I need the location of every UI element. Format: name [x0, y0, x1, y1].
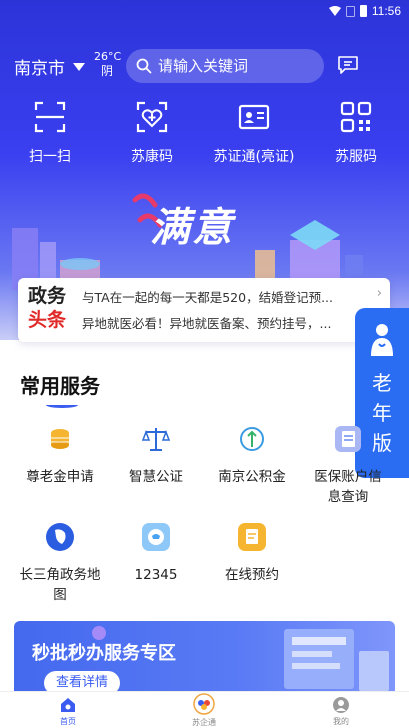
message-icon[interactable] — [337, 54, 359, 76]
news-item[interactable]: 与TA在一起的每一天都是520，结婚登记预... — [82, 287, 372, 306]
hotline-icon — [142, 523, 170, 551]
tab-enterprise[interactable]: 苏企通 — [174, 693, 234, 728]
promo-banner[interactable]: 秒批秒办服务专区 查看详情 — [14, 621, 395, 698]
service-notary[interactable]: 智慧公证 — [108, 424, 204, 487]
appointment-icon — [238, 523, 266, 551]
weather-temp: 26°C — [94, 50, 122, 63]
service-label: 在线预约 — [225, 567, 279, 583]
service-code-icon — [340, 101, 372, 133]
weather: 26°C 阴 — [94, 50, 122, 78]
search-bar[interactable] — [126, 49, 324, 83]
coins-icon — [51, 429, 69, 449]
enterprise-icon — [193, 693, 215, 715]
quick-action-scan[interactable]: 扫一扫 — [0, 100, 100, 166]
status-time: 11:56 — [371, 4, 401, 18]
service-label: 尊老金申请 — [26, 469, 94, 485]
service-label: 12345 — [134, 567, 178, 583]
chevron-right-icon: › — [376, 286, 382, 301]
quick-action-label: 苏证通(亮证) — [213, 149, 295, 165]
service-elder-allowance[interactable]: 尊老金申请 — [12, 424, 108, 487]
quick-action-label: 苏服码 — [335, 149, 377, 165]
quick-action-label: 苏康码 — [131, 149, 173, 165]
service-label: 南京公积金 — [218, 469, 286, 485]
search-icon — [136, 58, 152, 74]
home-icon — [61, 698, 75, 712]
scales-icon — [141, 428, 171, 451]
quick-action-service-code[interactable]: 苏服码 — [306, 100, 406, 166]
weather-desc: 阴 — [100, 64, 113, 78]
banner-title: 满意 — [150, 204, 234, 251]
service-label: 智慧公证 — [129, 469, 183, 485]
promo-title: 秒批秒办服务专区 — [32, 643, 176, 664]
banner[interactable]: 满意 — [0, 180, 409, 290]
tab-label: 苏企通 — [192, 718, 216, 727]
top-bar: 南京市 26°C 阴 — [0, 46, 409, 86]
services-title: 常用服务 — [20, 374, 100, 398]
quick-action-health-code[interactable]: 苏康码 — [102, 100, 202, 166]
quick-action-label: 扫一扫 — [29, 149, 71, 165]
profile-icon — [333, 697, 349, 713]
tab-label: 我的 — [333, 717, 349, 726]
search-input[interactable] — [158, 57, 318, 75]
news-logo-bottom: 头条 — [28, 309, 67, 331]
service-appointment[interactable]: 在线预约 — [204, 522, 300, 585]
title-underline — [46, 402, 78, 408]
city-label: 南京市 — [14, 59, 65, 79]
tab-profile[interactable]: 我的 — [311, 696, 371, 727]
elderly-person-icon — [371, 324, 393, 356]
tab-bar: 首页 苏企通 我的 — [0, 691, 409, 728]
service-label: 长三角政务地图 — [19, 567, 101, 603]
city-selector[interactable]: 南京市 — [14, 54, 85, 79]
battery-icon — [359, 5, 367, 17]
fund-icon — [240, 427, 264, 451]
tab-label: 首页 — [60, 717, 76, 726]
status-bar: 11:56 — [0, 0, 409, 22]
news-logo-top: 政务 — [28, 285, 67, 307]
service-medical-insurance[interactable]: 医保账户信息查询 — [300, 424, 396, 507]
news-item[interactable]: 异地就医必看！异地就医备案、预约挂号，... — [82, 313, 372, 332]
health-code-icon — [136, 101, 168, 133]
service-label: 医保账户信息查询 — [314, 469, 382, 505]
tab-home[interactable]: 首页 — [38, 696, 98, 727]
service-housing-fund[interactable]: 南京公积金 — [204, 424, 300, 487]
quick-action-id-card[interactable]: 苏证通(亮证) — [204, 100, 304, 166]
sim-icon — [345, 5, 355, 17]
chevron-down-icon — [73, 62, 85, 71]
map-icon — [46, 523, 74, 551]
quick-actions: 扫一扫 苏康码 苏证通(亮证) 苏服码 — [0, 100, 409, 170]
service-hotline[interactable]: 12345 — [108, 522, 204, 585]
id-card-icon — [238, 104, 270, 130]
news-card[interactable]: 政务 头条 与TA在一起的每一天都是520，结婚登记预... 异地就医必看！异地… — [18, 278, 390, 342]
news-logo: 政务 头条 — [28, 284, 66, 332]
wifi-icon — [328, 6, 341, 16]
insurance-doc-icon — [335, 426, 361, 452]
scan-icon — [34, 101, 66, 133]
service-yrd-map[interactable]: 长三角政务地图 — [12, 522, 108, 605]
